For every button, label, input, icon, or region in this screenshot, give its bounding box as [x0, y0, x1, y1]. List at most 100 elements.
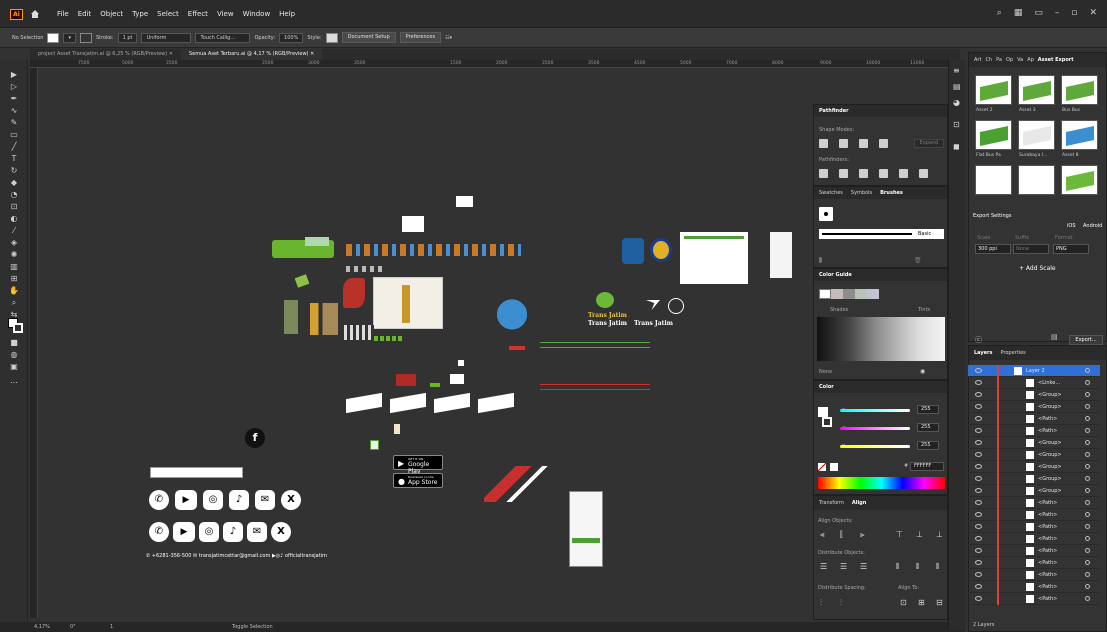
ios-option[interactable]: iOS	[1067, 223, 1076, 229]
visibility-eye-icon[interactable]	[975, 596, 982, 601]
asset-thumbnail[interactable]: Asset 2	[975, 75, 1012, 113]
horizontal-ruler[interactable]: 7500 5000 2500 2500 3000 3500 1500 2000 …	[30, 60, 960, 68]
b-value[interactable]: 255	[917, 441, 939, 450]
line-tool-icon[interactable]: ╱	[9, 142, 19, 151]
artboard-white-rect[interactable]	[402, 216, 424, 232]
target-circle-icon[interactable]	[1085, 452, 1090, 457]
layer-row[interactable]: <Path>	[968, 557, 1100, 569]
brush-libraries-icon[interactable]: ⫼	[819, 257, 822, 265]
layer-row[interactable]: <Group>	[968, 437, 1100, 449]
export-grid-icon[interactable]: ▤	[1051, 333, 1058, 341]
workspace-icon[interactable]: ▦	[1014, 8, 1023, 18]
layer-row[interactable]: <Path>	[968, 533, 1100, 545]
g-slider[interactable]	[840, 427, 910, 430]
tab-brushes[interactable]: Brushes	[880, 190, 903, 196]
menu-edit[interactable]: Edit	[78, 10, 92, 18]
tab-symbols[interactable]: Symbols	[851, 190, 872, 196]
asset-thumbnail[interactable]	[1061, 165, 1098, 195]
align-bottom-icon[interactable]: ⊥	[936, 530, 943, 539]
layer-row[interactable]: <Group>	[968, 389, 1100, 401]
target-circle-icon[interactable]	[1085, 572, 1090, 577]
target-circle-icon[interactable]	[1085, 512, 1090, 517]
tab-properties[interactable]: Properties	[1001, 350, 1026, 356]
menu-window[interactable]: Window	[243, 10, 271, 18]
visibility-eye-icon[interactable]	[975, 452, 982, 457]
red-route-line[interactable]	[540, 384, 650, 390]
distribute-top-icon[interactable]: ☰	[820, 562, 827, 571]
transform-dock-icon[interactable]: ⊡	[953, 120, 960, 129]
screen-mode-icon[interactable]: ▣	[9, 362, 19, 371]
target-circle-icon[interactable]	[1085, 428, 1090, 433]
target-circle-icon[interactable]	[1085, 548, 1090, 553]
layer-row[interactable]: <Path>	[968, 593, 1100, 605]
target-circle-icon[interactable]	[1085, 488, 1090, 493]
spacing-vertical-icon[interactable]: ⫶	[820, 598, 822, 608]
visibility-eye-icon[interactable]	[975, 392, 982, 397]
icon-strip-artwork[interactable]	[346, 244, 521, 256]
pen-tool-icon[interactable]: ✒	[9, 94, 19, 103]
unite-icon[interactable]	[819, 139, 828, 148]
creative-cloud-icon[interactable]: ⓒ	[975, 335, 982, 345]
pencil-tool-icon[interactable]: ✎	[9, 118, 19, 127]
arrange-icon[interactable]: ▭	[1034, 8, 1043, 18]
layer-row[interactable]: <Path>	[968, 497, 1100, 509]
align-to-selection-icon[interactable]: ⊡	[900, 598, 907, 607]
visibility-eye-icon[interactable]	[975, 560, 982, 565]
menu-select[interactable]: Select	[157, 10, 179, 18]
zoom-level[interactable]: 4,17%	[34, 624, 50, 630]
intersect-icon[interactable]	[859, 139, 868, 148]
layer-row[interactable]: <Path>	[968, 509, 1100, 521]
asset-thumbnail[interactable]: Flat Bus Pa	[975, 120, 1012, 158]
color-mode-icon[interactable]: ■	[9, 338, 19, 347]
asset-thumbnail[interactable]: Asset 3	[1018, 75, 1055, 113]
visibility-eye-icon[interactable]	[975, 428, 982, 433]
export-button[interactable]: Export...	[1069, 335, 1103, 345]
direct-selection-tool-icon[interactable]: ▷	[9, 82, 19, 91]
tab-swatches[interactable]: Swatches	[819, 190, 843, 196]
maximize-icon[interactable]: ▫	[1071, 8, 1077, 18]
artboard-number[interactable]: 1	[110, 624, 113, 630]
east-java-emblem-artwork[interactable]	[622, 238, 644, 264]
target-circle-icon[interactable]	[1085, 560, 1090, 565]
red-building-artwork[interactable]	[396, 374, 416, 386]
layer-row[interactable]: <Group>	[968, 449, 1100, 461]
tab-character[interactable]: Ch	[985, 57, 992, 63]
tab-appearance[interactable]: Ap	[1027, 57, 1034, 63]
x-icon[interactable]: X	[271, 522, 291, 542]
add-scale-button[interactable]: + Add Scale	[1019, 265, 1056, 272]
small-white-artwork[interactable]	[458, 360, 464, 366]
selection-tool-icon[interactable]: ▶	[9, 70, 19, 79]
close-icon[interactable]: ✕	[1089, 8, 1097, 18]
stroke-box[interactable]	[822, 417, 832, 427]
r-slider[interactable]	[840, 409, 910, 412]
target-circle-icon[interactable]	[1085, 500, 1090, 505]
circle-outline-artwork[interactable]	[668, 298, 684, 314]
color-guide-grid[interactable]	[817, 317, 945, 361]
preferences-button[interactable]: Preferences	[399, 32, 442, 43]
divide-icon[interactable]	[819, 169, 828, 178]
vertical-ruler[interactable]	[30, 68, 38, 618]
target-circle-icon[interactable]	[1085, 404, 1090, 409]
curvature-tool-icon[interactable]: ∿	[9, 106, 19, 115]
visibility-eye-icon[interactable]	[975, 548, 982, 553]
layer-row[interactable]: <Linke...	[968, 377, 1100, 389]
youtube-icon[interactable]: ▶	[175, 490, 197, 510]
export-settings-label[interactable]: Export Settings	[973, 213, 1011, 219]
target-circle-icon[interactable]	[1085, 440, 1090, 445]
layer-row[interactable]: Layer 2	[968, 365, 1100, 377]
target-circle-icon[interactable]	[1085, 524, 1090, 529]
tab-artboards[interactable]: Art	[974, 57, 981, 63]
app-store-badge[interactable]: Download on the App Store ●	[393, 473, 443, 488]
arrange-docs-icon[interactable]: ☷▾	[445, 35, 452, 41]
mobile-mockup-artwork[interactable]	[569, 491, 603, 567]
green-route-line[interactable]	[540, 342, 650, 348]
none-swatch[interactable]	[818, 463, 826, 471]
layer-row[interactable]: <Path>	[968, 425, 1100, 437]
x-icon[interactable]: X	[281, 490, 301, 510]
white-swatch[interactable]	[830, 463, 838, 471]
tab-paragraph[interactable]: Pa	[996, 57, 1002, 63]
shape-builder-tool-icon[interactable]: ◐	[9, 214, 19, 223]
stroke-color-icon[interactable]	[13, 323, 23, 333]
android-option[interactable]: Android	[1083, 223, 1102, 229]
tab-opentype[interactable]: Op	[1006, 57, 1013, 63]
